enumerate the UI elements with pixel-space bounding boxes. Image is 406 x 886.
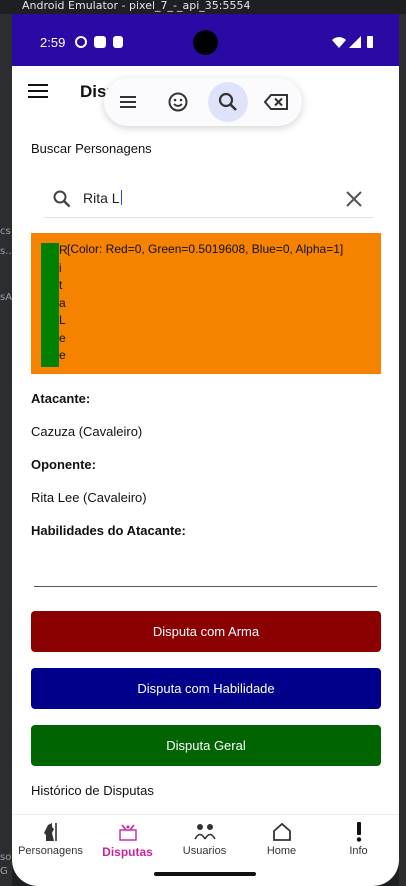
- hamburger-menu-icon[interactable]: [28, 84, 48, 100]
- knight-icon: [44, 823, 57, 841]
- search-input-value: Rita L: [83, 190, 120, 206]
- nav-item-info[interactable]: Info: [320, 815, 397, 871]
- gesture-handle[interactable]: [154, 872, 256, 876]
- camera-cutout: [193, 30, 218, 55]
- emoji-button[interactable]: [158, 82, 198, 122]
- skills-picker-underline[interactable]: [34, 586, 377, 587]
- search-icon: [53, 190, 71, 208]
- shield-status-icon: [75, 36, 87, 48]
- letter: t: [59, 278, 63, 292]
- nav-item-disputas[interactable]: Disputas: [89, 815, 166, 871]
- backspace-icon: [264, 94, 288, 110]
- clear-search-icon[interactable]: [344, 189, 364, 209]
- letter: e: [59, 330, 66, 345]
- gesture-area: [12, 870, 399, 886]
- letter: L: [59, 313, 66, 327]
- backspace-button[interactable]: [256, 82, 296, 122]
- character-name-vertical: R i t a L e e: [59, 242, 71, 365]
- bottom-navigation: Personagens Disputas Usuarios Home Info: [12, 814, 399, 870]
- general-duel-button[interactable]: Disputa Geral: [31, 725, 381, 766]
- skill-duel-button[interactable]: Disputa com Habilidade: [31, 668, 381, 709]
- search-input[interactable]: Rita L: [83, 190, 122, 206]
- selected-character-item[interactable]: R i t a L e e [Color: Red=0, Green=0.501…: [31, 233, 381, 374]
- nav-label: Usuarios: [182, 845, 227, 857]
- ide-right-strip: [399, 14, 406, 886]
- nav-label: Disputas: [102, 845, 153, 859]
- notification-status-icon: [94, 36, 106, 48]
- letter: e: [59, 348, 66, 362]
- attacker-skills-label: Habilidades do Atacante:: [31, 523, 186, 538]
- users-icon: [194, 824, 216, 840]
- history-label: Histórico de Disputas: [31, 783, 154, 798]
- ide-fragment: cs: [0, 226, 11, 237]
- emulator-title-bar: Android Emulator - pixel_7_-_api_35:5554: [0, 0, 406, 14]
- ide-left-strip: cs s... sA so G: [0, 14, 15, 886]
- keyboard-search-button[interactable]: [208, 82, 248, 122]
- menu-icon: [120, 96, 136, 108]
- letter: a: [59, 295, 66, 310]
- color-description: [Color: Red=0, Green=0.5019608, Blue=0, …: [67, 242, 344, 256]
- keyboard-toolbar: [104, 78, 302, 126]
- keyboard-menu-button[interactable]: [108, 82, 148, 122]
- search-section-label: Buscar Personagens: [31, 141, 152, 156]
- ide-fragment: G: [0, 866, 8, 877]
- letter: i: [59, 260, 62, 275]
- status-time: 2:59: [40, 35, 66, 50]
- ide-fragment: so: [0, 852, 12, 863]
- nav-label: Home: [266, 845, 297, 857]
- duel-icon: [119, 824, 137, 841]
- color-swatch: [41, 243, 59, 367]
- ide-fragment: sA: [0, 292, 13, 303]
- window-title: Android Emulator - pixel_7_-_api_35:5554: [22, 0, 251, 12]
- info-icon: [356, 822, 362, 842]
- sd-card-status-icon: [113, 36, 123, 48]
- search-bar[interactable]: Rita L: [44, 180, 374, 218]
- nav-label: Info: [349, 845, 368, 857]
- nav-item-usuarios[interactable]: Usuarios: [166, 815, 243, 871]
- nav-item-personagens[interactable]: Personagens: [12, 815, 89, 871]
- nav-label: Personagens: [18, 845, 83, 857]
- weapon-duel-button[interactable]: Disputa com Arma: [31, 611, 381, 652]
- emoji-icon: [168, 92, 188, 112]
- nav-item-home[interactable]: Home: [243, 815, 320, 871]
- opponent-label: Oponente:: [31, 457, 96, 472]
- signal-icon: [349, 36, 361, 48]
- battery-icon: [367, 36, 373, 48]
- search-icon: [218, 92, 237, 111]
- phone-screen: 2:59 Disp Buscar Personagens Rita L R i …: [12, 14, 399, 886]
- attacker-value: Cazuza (Cavaleiro): [31, 424, 143, 439]
- text-cursor: [120, 190, 122, 205]
- wifi-icon: [332, 37, 346, 48]
- opponent-value: Rita Lee (Cavaleiro): [31, 490, 147, 505]
- home-icon: [273, 822, 291, 841]
- attacker-label: Atacante:: [31, 391, 91, 406]
- status-bar: 2:59: [12, 14, 399, 66]
- app-content: Disp Buscar Personagens Rita L R i t a L…: [12, 66, 399, 814]
